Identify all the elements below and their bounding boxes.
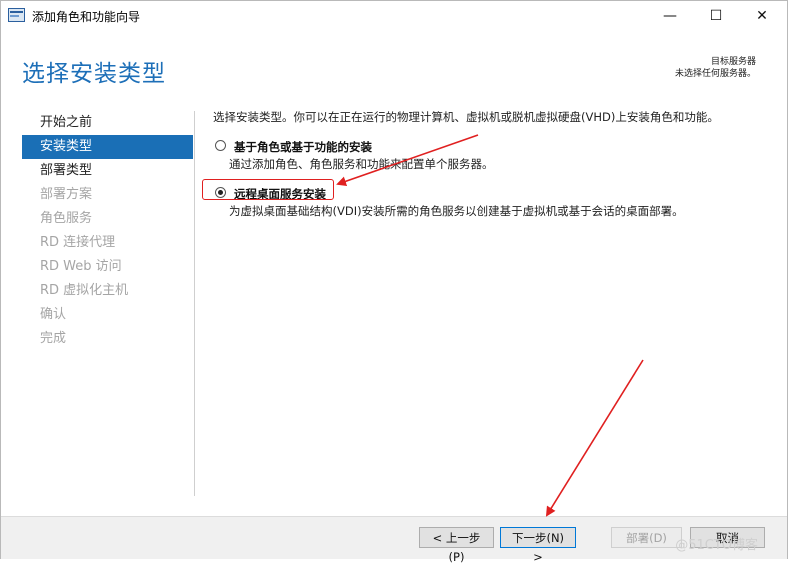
deploy-button: 部署(D) xyxy=(611,527,682,548)
title-bar: 添加角色和功能向导 — ☐ ✕ xyxy=(1,1,787,31)
nav-item-deployment-scenario: 部署方案 xyxy=(40,187,93,202)
minimize-icon: — xyxy=(663,8,677,24)
nav-item-role-services: 角色服务 xyxy=(40,211,93,226)
nav-divider xyxy=(194,111,195,496)
wizard-nav: 开始之前 安装类型 部署类型 部署方案 角色服务 RD 连接代理 RD Web … xyxy=(22,111,193,351)
nav-item-rd-virtualization-host: RD 虚拟化主机 xyxy=(40,283,129,298)
minimize-button[interactable]: — xyxy=(647,1,693,31)
wizard-window: 添加角色和功能向导 — ☐ ✕ 选择安装类型 目标服务器 未选择任何服务器。 开… xyxy=(0,0,788,564)
destination-server: 目标服务器 未选择任何服务器。 xyxy=(675,56,756,80)
nav-item-rd-web-access: RD Web 访问 xyxy=(40,259,122,274)
page-title: 选择安装类型 xyxy=(22,61,166,87)
server-manager-icon xyxy=(8,8,25,22)
option-role-based-description: 通过添加角色、角色服务和功能来配置单个服务器。 xyxy=(229,157,494,171)
destination-value: 未选择任何服务器。 xyxy=(674,69,756,79)
watermark: @51CTO博客 xyxy=(675,538,758,553)
nav-item-confirmation: 确认 xyxy=(40,307,67,322)
destination-label: 目标服务器 xyxy=(710,57,756,67)
option-remote-desktop-description: 为虚拟桌面基础结构(VDI)安装所需的角色服务以创建基于虚拟机或基于会话的桌面部… xyxy=(229,204,684,218)
next-button[interactable]: 下一步(N) > xyxy=(500,527,576,564)
nav-item-installation-type[interactable]: 安装类型 xyxy=(22,135,193,159)
maximize-button[interactable]: ☐ xyxy=(693,1,739,31)
nav-item-rd-connection-broker: RD 连接代理 xyxy=(40,235,116,250)
nav-item-before-you-begin[interactable]: 开始之前 xyxy=(22,111,193,135)
button-bar: < 上一步(P) 下一步(N) > 部署(D) 取消 xyxy=(1,516,787,564)
close-icon: ✕ xyxy=(756,8,768,24)
nav-item-results: 完成 xyxy=(40,331,67,346)
annotation-highlight-box xyxy=(202,179,334,200)
maximize-icon: ☐ xyxy=(709,8,723,24)
previous-button[interactable]: < 上一步(P) xyxy=(419,527,494,564)
radio-role-based[interactable] xyxy=(215,140,226,151)
nav-item-deployment-type[interactable]: 部署类型 xyxy=(22,159,193,183)
option-role-based-label: 基于角色或基于功能的安装 xyxy=(234,140,372,154)
close-button[interactable]: ✕ xyxy=(739,1,785,31)
window-title: 添加角色和功能向导 xyxy=(32,10,141,24)
intro-text: 选择安装类型。你可以在正在运行的物理计算机、虚拟机或脱机虚拟硬盘(VHD)上安装… xyxy=(213,110,719,124)
